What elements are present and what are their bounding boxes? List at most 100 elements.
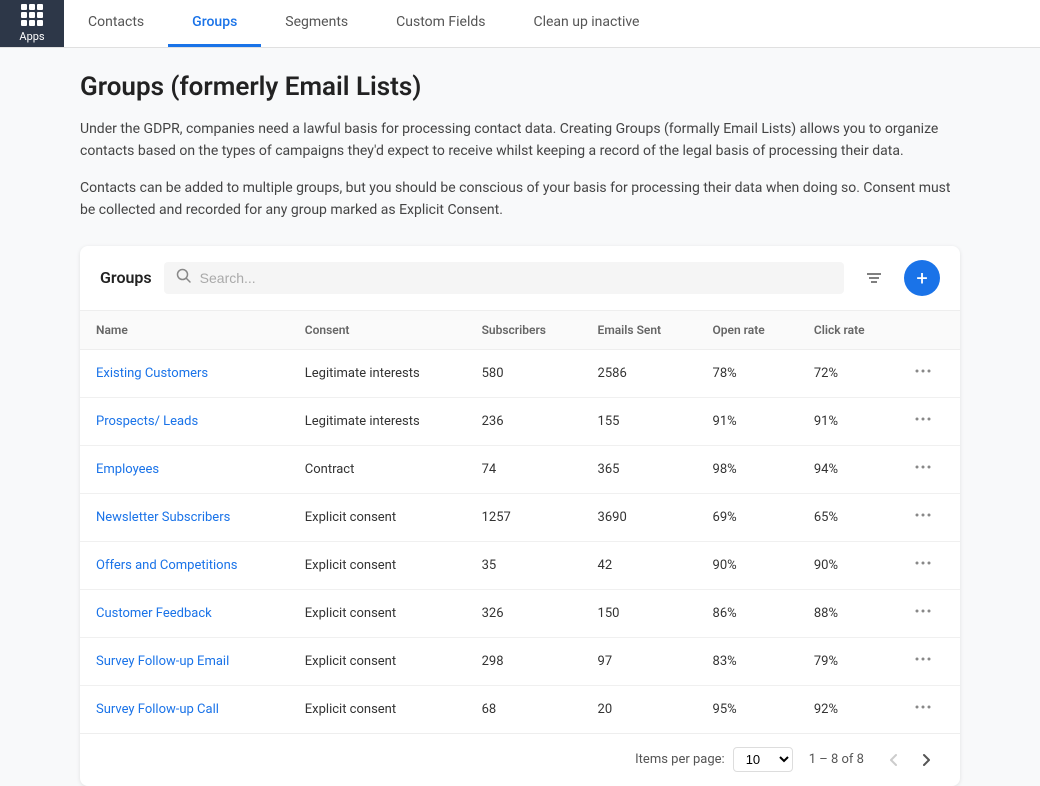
row-actions-button[interactable] — [913, 555, 933, 576]
col-subscribers: Subscribers — [466, 311, 582, 350]
cell-actions[interactable] — [897, 637, 960, 685]
table-header: Groups + — [80, 246, 960, 311]
add-group-button[interactable]: + — [904, 260, 940, 296]
row-actions-button[interactable] — [913, 459, 933, 480]
cell-emails-sent: 3690 — [582, 493, 697, 541]
cell-click-rate: 88% — [798, 589, 898, 637]
cell-open-rate: 86% — [697, 589, 798, 637]
table-row: Offers and Competitions Explicit consent… — [80, 541, 960, 589]
next-page-button[interactable] — [912, 746, 940, 774]
tab-clean-up[interactable]: Clean up inactive — [509, 0, 663, 47]
cell-subscribers: 68 — [466, 685, 582, 733]
per-page-select[interactable]: 10 25 50 100 — [733, 747, 793, 772]
cell-consent: Explicit consent — [289, 637, 466, 685]
cell-actions[interactable] — [897, 349, 960, 397]
cell-emails-sent: 42 — [582, 541, 697, 589]
cell-emails-sent: 20 — [582, 685, 697, 733]
groups-table: Name Consent Subscribers Emails Sent Ope… — [80, 311, 960, 733]
description-1: Under the GDPR, companies need a lawful … — [80, 118, 960, 163]
cell-name[interactable]: Employees — [80, 445, 289, 493]
table-row: Survey Follow-up Call Explicit consent 6… — [80, 685, 960, 733]
cell-actions[interactable] — [897, 589, 960, 637]
cell-consent: Explicit consent — [289, 493, 466, 541]
filter-button[interactable] — [856, 260, 892, 296]
cell-click-rate: 92% — [798, 685, 898, 733]
cell-name[interactable]: Survey Follow-up Email — [80, 637, 289, 685]
table-row: Employees Contract 74 365 98% 94% — [80, 445, 960, 493]
col-name: Name — [80, 311, 289, 350]
col-actions — [897, 311, 960, 350]
cell-emails-sent: 97 — [582, 637, 697, 685]
cell-consent: Explicit consent — [289, 589, 466, 637]
per-page-control: Items per page: 10 25 50 100 — [635, 747, 793, 772]
tab-custom-fields[interactable]: Custom Fields — [372, 0, 509, 47]
pagination: Items per page: 10 25 50 100 1 – 8 of 8 — [80, 733, 960, 786]
row-actions-button[interactable] — [913, 507, 933, 528]
col-emails-sent: Emails Sent — [582, 311, 697, 350]
cell-open-rate: 91% — [697, 397, 798, 445]
cell-open-rate: 83% — [697, 637, 798, 685]
tab-segments[interactable]: Segments — [261, 0, 372, 47]
cell-subscribers: 35 — [466, 541, 582, 589]
cell-name[interactable]: Offers and Competitions — [80, 541, 289, 589]
nav-tabs: Contacts Groups Segments Custom Fields C… — [64, 0, 663, 47]
cell-click-rate: 91% — [798, 397, 898, 445]
col-click-rate: Click rate — [798, 311, 898, 350]
search-input[interactable] — [200, 270, 832, 286]
tab-groups[interactable]: Groups — [168, 0, 261, 47]
cell-emails-sent: 155 — [582, 397, 697, 445]
prev-page-button[interactable] — [880, 746, 908, 774]
cell-consent: Contract — [289, 445, 466, 493]
cell-actions[interactable] — [897, 397, 960, 445]
cell-emails-sent: 150 — [582, 589, 697, 637]
cell-consent: Legitimate interests — [289, 397, 466, 445]
cell-name[interactable]: Survey Follow-up Call — [80, 685, 289, 733]
table-row: Survey Follow-up Email Explicit consent … — [80, 637, 960, 685]
cell-name[interactable]: Newsletter Subscribers — [80, 493, 289, 541]
cell-actions[interactable] — [897, 493, 960, 541]
cell-emails-sent: 2586 — [582, 349, 697, 397]
cell-name[interactable]: Existing Customers — [80, 349, 289, 397]
apps-button[interactable]: Apps — [0, 0, 64, 47]
cell-name[interactable]: Prospects/ Leads — [80, 397, 289, 445]
tab-contacts[interactable]: Contacts — [64, 0, 168, 47]
cell-open-rate: 95% — [697, 685, 798, 733]
cell-consent: Explicit consent — [289, 685, 466, 733]
search-box[interactable] — [164, 262, 844, 294]
row-actions-button[interactable] — [913, 603, 933, 624]
col-consent: Consent — [289, 311, 466, 350]
cell-name[interactable]: Customer Feedback — [80, 589, 289, 637]
page-title: Groups (formerly Email Lists) — [80, 72, 960, 102]
groups-table-card: Groups + Name Consent Subscribers Em — [80, 246, 960, 786]
cell-click-rate: 94% — [798, 445, 898, 493]
cell-subscribers: 580 — [466, 349, 582, 397]
cell-open-rate: 90% — [697, 541, 798, 589]
row-actions-button[interactable] — [913, 651, 933, 672]
table-row: Newsletter Subscribers Explicit consent … — [80, 493, 960, 541]
cell-open-rate: 98% — [697, 445, 798, 493]
cell-consent: Explicit consent — [289, 541, 466, 589]
cell-subscribers: 298 — [466, 637, 582, 685]
cell-actions[interactable] — [897, 445, 960, 493]
table-header-row: Name Consent Subscribers Emails Sent Ope… — [80, 311, 960, 350]
row-actions-button[interactable] — [913, 411, 933, 432]
table-card-title: Groups — [100, 268, 152, 287]
description-2: Contacts can be added to multiple groups… — [80, 177, 960, 222]
col-open-rate: Open rate — [697, 311, 798, 350]
apps-label: Apps — [19, 30, 44, 43]
cell-subscribers: 1257 — [466, 493, 582, 541]
cell-subscribers: 326 — [466, 589, 582, 637]
cell-click-rate: 72% — [798, 349, 898, 397]
cell-click-rate: 79% — [798, 637, 898, 685]
cell-subscribers: 236 — [466, 397, 582, 445]
cell-emails-sent: 365 — [582, 445, 697, 493]
row-actions-button[interactable] — [913, 699, 933, 720]
table-row: Prospects/ Leads Legitimate interests 23… — [80, 397, 960, 445]
cell-click-rate: 90% — [798, 541, 898, 589]
row-actions-button[interactable] — [913, 363, 933, 384]
cell-open-rate: 78% — [697, 349, 798, 397]
cell-open-rate: 69% — [697, 493, 798, 541]
cell-actions[interactable] — [897, 685, 960, 733]
cell-actions[interactable] — [897, 541, 960, 589]
cell-consent: Legitimate interests — [289, 349, 466, 397]
